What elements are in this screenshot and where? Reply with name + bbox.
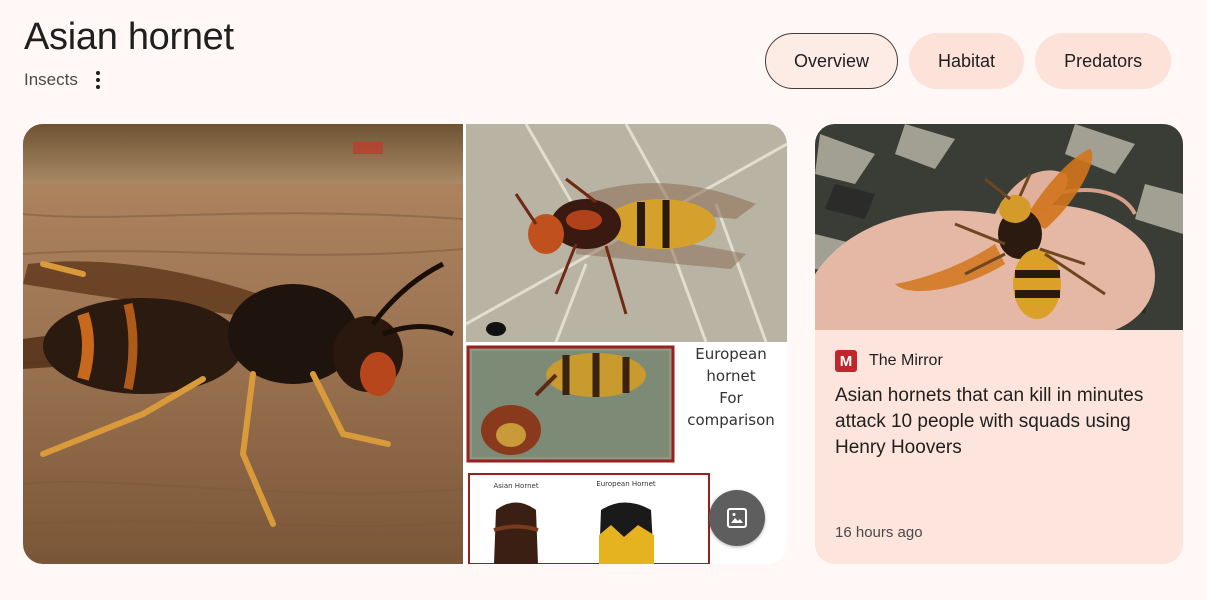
news-headline[interactable]: Asian hornets that can kill in minutes a… <box>835 383 1171 461</box>
entity-category: Insects <box>24 70 78 89</box>
news-source: M The Mirror <box>835 350 943 372</box>
view-images-button[interactable] <box>709 490 765 546</box>
the-mirror-logo: M <box>835 350 857 372</box>
comparison-text-1: European <box>695 345 766 363</box>
hornet-leaf-image[interactable] <box>466 124 787 342</box>
page-title: Asian hornet <box>24 16 234 58</box>
comparison-text-2: hornet <box>706 367 755 385</box>
hornet-main-image[interactable] <box>23 124 463 564</box>
news-card-image <box>815 124 1183 330</box>
entity-subtitle: Insects <box>24 70 108 90</box>
more-vert-icon[interactable] <box>88 70 108 90</box>
asian-hornet-label: Asian Hornet <box>493 482 538 490</box>
knowledge-panel: Asian hornet Insects Overview Habitat Pr… <box>0 0 1207 600</box>
tab-bar: Overview Habitat Predators <box>765 33 1172 89</box>
european-hornet-label: European Hornet <box>596 480 656 488</box>
news-card[interactable]: M The Mirror Asian hornets that can kill… <box>815 124 1183 564</box>
tab-predators[interactable]: Predators <box>1035 33 1172 89</box>
comparison-text-3: For <box>719 389 743 407</box>
image-grid: European hornet For comparison Asian Hor… <box>23 124 787 564</box>
news-timestamp: 16 hours ago <box>835 524 923 541</box>
image-icon <box>727 508 747 528</box>
tab-overview[interactable]: Overview <box>765 33 899 89</box>
news-source-name: The Mirror <box>869 352 943 369</box>
comparison-text-4: comparison <box>687 411 775 429</box>
tab-habitat[interactable]: Habitat <box>909 33 1025 89</box>
